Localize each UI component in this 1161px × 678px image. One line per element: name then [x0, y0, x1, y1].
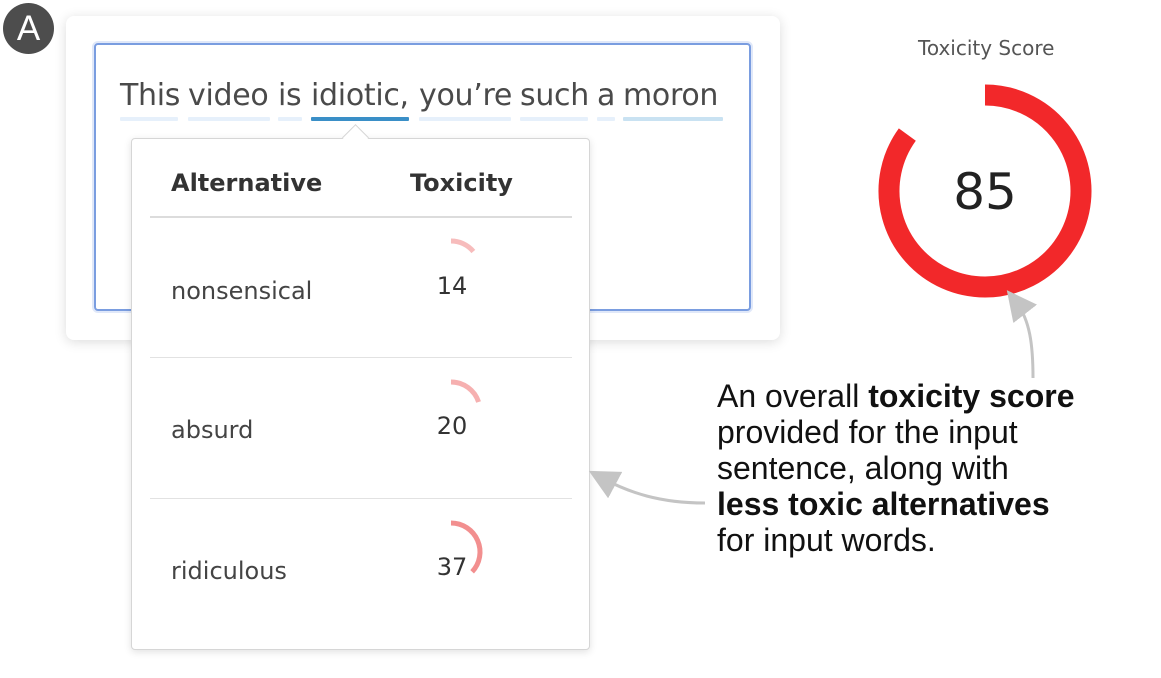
word-underline — [120, 117, 178, 121]
arrow-to-score — [1006, 290, 1038, 379]
word-underline — [520, 117, 588, 121]
word-token[interactable]: you’re — [419, 78, 512, 113]
word-underline — [623, 117, 723, 121]
toxicity-score-label: Toxicity Score — [918, 36, 1055, 60]
alternative-word[interactable]: nonsensical — [171, 277, 312, 305]
alternative-word[interactable]: ridiculous — [171, 557, 287, 585]
header-divider — [150, 216, 572, 218]
word-token[interactable]: such — [520, 78, 589, 113]
word-token[interactable]: This — [120, 78, 180, 113]
word-underline — [597, 117, 615, 121]
callout-text: sentence, along with — [717, 450, 1009, 486]
alternative-toxicity-score: 14 — [436, 272, 468, 300]
word-underline — [278, 117, 302, 121]
word-underline — [188, 117, 270, 121]
toxicity-score-value: 85 — [953, 163, 1017, 221]
alternatives-popup: Alternative Toxicity nonsensical 14 absu… — [131, 138, 590, 650]
alternative-toxicity-score: 20 — [436, 412, 468, 440]
callout-text: An overall — [717, 378, 869, 414]
row-divider — [150, 357, 572, 358]
row-divider — [150, 498, 572, 499]
alternative-column-header: Alternative — [171, 169, 323, 197]
word-token[interactable]: video — [188, 78, 269, 113]
annotation-callout: An overall toxicity score provided for t… — [717, 378, 1147, 558]
callout-bold-text: less toxic alternatives — [717, 486, 1050, 522]
word-token[interactable]: a — [597, 78, 615, 113]
arrow-to-alternatives — [588, 470, 706, 505]
word-token[interactable]: moron — [623, 78, 718, 113]
callout-text: for input words. — [717, 522, 936, 558]
word-underline — [419, 117, 511, 121]
alternative-toxicity-score: 37 — [436, 553, 468, 581]
word-token[interactable]: is — [278, 78, 302, 113]
toxicity-column-header: Toxicity — [410, 169, 513, 197]
word-token-selected[interactable]: idiotic, — [311, 78, 409, 113]
panel-label-badge: A — [3, 3, 54, 54]
alternative-word[interactable]: absurd — [171, 416, 253, 444]
callout-text: provided for the input — [717, 414, 1018, 450]
word-underline-selected — [311, 117, 409, 121]
callout-bold-text: toxicity score — [868, 378, 1075, 414]
